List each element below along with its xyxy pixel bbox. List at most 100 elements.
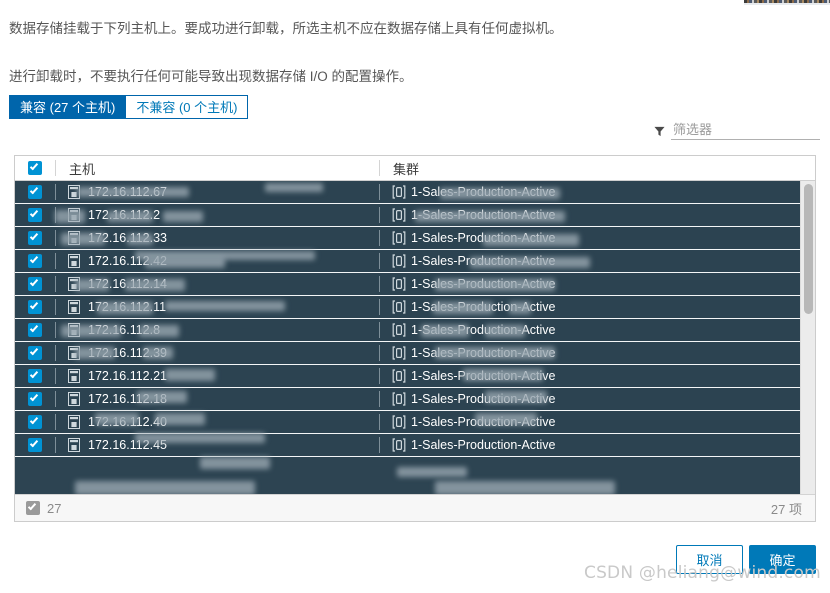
cell-cluster: 1-Sales-Production-Active: [380, 438, 800, 452]
cell-host-text: 172.16.112.11: [88, 300, 167, 314]
cluster-icon: [392, 231, 406, 245]
footer-total-items: 27 项: [770, 501, 802, 517]
row-checkbox[interactable]: [28, 392, 42, 406]
cluster-icon: [392, 300, 406, 314]
cell-host-text: 172.16.112.18: [88, 392, 168, 406]
table-row[interactable]: 172.16.112.8 1-Sales-Production-Active: [15, 319, 800, 342]
row-checkbox-cell[interactable]: [15, 346, 55, 360]
cell-cluster: 1-Sales-Production-Active: [380, 254, 800, 268]
tab-compatible[interactable]: 兼容 (27 个主机): [9, 95, 127, 119]
column-header-cluster[interactable]: 集群: [380, 159, 815, 178]
cell-cluster: 1-Sales-Production-Active: [380, 231, 800, 245]
cell-cluster: 1-Sales-Production-Active: [380, 300, 800, 314]
cell-cluster-text: 1-Sales-Production-Active: [411, 231, 556, 245]
cell-cluster: 1-Sales-Production-Active: [380, 415, 800, 429]
row-checkbox[interactable]: [28, 208, 42, 222]
funnel-icon: [654, 125, 665, 137]
cell-host-text: 172.16.112.8: [88, 323, 161, 337]
host-icon: [68, 323, 80, 337]
table-row[interactable]: 172.16.112.45 1-Sales-Production-Active: [15, 434, 800, 457]
row-checkbox[interactable]: [28, 323, 42, 337]
table-row[interactable]: 172.16.112.33 1-Sales-Production-Active: [15, 227, 800, 250]
row-checkbox[interactable]: [28, 254, 42, 268]
cluster-icon: [392, 438, 406, 452]
cell-host-text: 172.16.112.42: [88, 254, 168, 268]
host-icon: [68, 231, 80, 245]
cell-cluster-text: 1-Sales-Production-Active: [411, 185, 556, 199]
cell-cluster: 1-Sales-Production-Active: [380, 346, 800, 360]
dialog-description-line-2: 进行卸载时，不要执行任何可能导致出现数据存储 I/O 的配置操作。: [9, 69, 413, 84]
cell-host-text: 172.16.112.2: [88, 208, 161, 222]
row-checkbox[interactable]: [28, 231, 42, 245]
table-row[interactable]: 172.16.112.2 1-Sales-Production-Active: [15, 204, 800, 227]
column-header-host-label: 主机: [69, 161, 96, 177]
table-row[interactable]: 172.16.112.39 1-Sales-Production-Active: [15, 342, 800, 365]
table-row[interactable]: 172.16.112.42 1-Sales-Production-Active: [15, 250, 800, 273]
cell-host: 172.16.112.40: [56, 415, 379, 429]
cell-cluster: 1-Sales-Production-Active: [380, 392, 800, 406]
cell-cluster-text: 1-Sales-Production-Active: [411, 300, 556, 314]
row-checkbox-cell[interactable]: [15, 231, 55, 245]
row-checkbox-cell[interactable]: [15, 438, 55, 452]
table-row[interactable]: 172.16.112.21 1-Sales-Production-Active: [15, 365, 800, 388]
select-all-checkbox-cell[interactable]: [15, 161, 55, 175]
row-checkbox-cell[interactable]: [15, 277, 55, 291]
cell-cluster-text: 1-Sales-Production-Active: [411, 415, 556, 429]
compatibility-tab-bar: 兼容 (27 个主机) 不兼容 (0 个主机): [9, 95, 249, 119]
table-row[interactable]: 172.16.112.67 1-Sales-Production-Active: [15, 181, 800, 204]
cell-host: 172.16.112.8: [56, 323, 379, 337]
row-checkbox[interactable]: [28, 346, 42, 360]
row-checkbox-cell[interactable]: [15, 369, 55, 383]
row-checkbox[interactable]: [28, 300, 42, 314]
table-row[interactable]: 172.16.112.40 1-Sales-Production-Active: [15, 411, 800, 434]
scrollbar-thumb[interactable]: [804, 184, 813, 314]
cell-cluster-text: 1-Sales-Production-Active: [411, 392, 556, 406]
row-checkbox-cell[interactable]: [15, 392, 55, 406]
table-row[interactable]: 172.16.112.18 1-Sales-Production-Active: [15, 388, 800, 411]
host-datagrid: 主机 集群 172.16.112.67 1-Sales-Production-Ac…: [14, 155, 816, 522]
watermark: CSDN @heliang@wind.com: [584, 563, 821, 583]
cell-host: 172.16.112.14: [56, 277, 379, 291]
cell-cluster-text: 1-Sales-Production-Active: [411, 254, 556, 268]
select-all-checkbox[interactable]: [28, 161, 42, 175]
cell-host: 172.16.112.33: [56, 231, 379, 245]
table-row[interactable]: 172.16.112.14 1-Sales-Production-Active: [15, 273, 800, 296]
cell-host-text: 172.16.112.39: [88, 346, 168, 360]
host-icon: [68, 415, 80, 429]
cell-host-text: 172.16.112.40: [88, 415, 168, 429]
table-row[interactable]: 172.16.112.11 1-Sales-Production-Active: [15, 296, 800, 319]
row-checkbox-cell[interactable]: [15, 300, 55, 314]
cluster-icon: [392, 323, 406, 337]
column-header-host[interactable]: 主机: [56, 159, 379, 178]
window-chrome-fragment: [744, 0, 830, 5]
row-checkbox-cell[interactable]: [15, 254, 55, 268]
cluster-icon: [392, 392, 406, 406]
cell-host-text: 172.16.112.14: [88, 277, 168, 291]
column-header-cluster-label: 集群: [393, 161, 420, 177]
row-checkbox-cell[interactable]: [15, 185, 55, 199]
host-icon: [68, 185, 80, 199]
cell-host: 172.16.112.39: [56, 346, 379, 360]
cluster-icon: [392, 369, 406, 383]
footer-selection-checkbox[interactable]: [26, 501, 40, 515]
row-checkbox-cell[interactable]: [15, 208, 55, 222]
cluster-icon: [392, 208, 406, 222]
datagrid-footer: 27 27 项: [15, 494, 815, 521]
filter-input[interactable]: [671, 121, 820, 140]
cell-cluster: 1-Sales-Production-Active: [380, 277, 800, 291]
cell-cluster: 1-Sales-Production-Active: [380, 369, 800, 383]
row-checkbox-cell[interactable]: [15, 415, 55, 429]
footer-selection: 27: [26, 501, 61, 516]
row-checkbox[interactable]: [28, 185, 42, 199]
host-icon: [68, 438, 80, 452]
row-checkbox[interactable]: [28, 415, 42, 429]
cell-cluster-text: 1-Sales-Production-Active: [411, 277, 556, 291]
tab-incompatible[interactable]: 不兼容 (0 个主机): [126, 95, 249, 119]
row-checkbox-cell[interactable]: [15, 323, 55, 337]
row-checkbox[interactable]: [28, 277, 42, 291]
row-checkbox[interactable]: [28, 369, 42, 383]
cluster-icon: [392, 277, 406, 291]
cell-cluster-text: 1-Sales-Production-Active: [411, 438, 556, 452]
vertical-scrollbar[interactable]: [800, 181, 815, 494]
row-checkbox[interactable]: [28, 438, 42, 452]
